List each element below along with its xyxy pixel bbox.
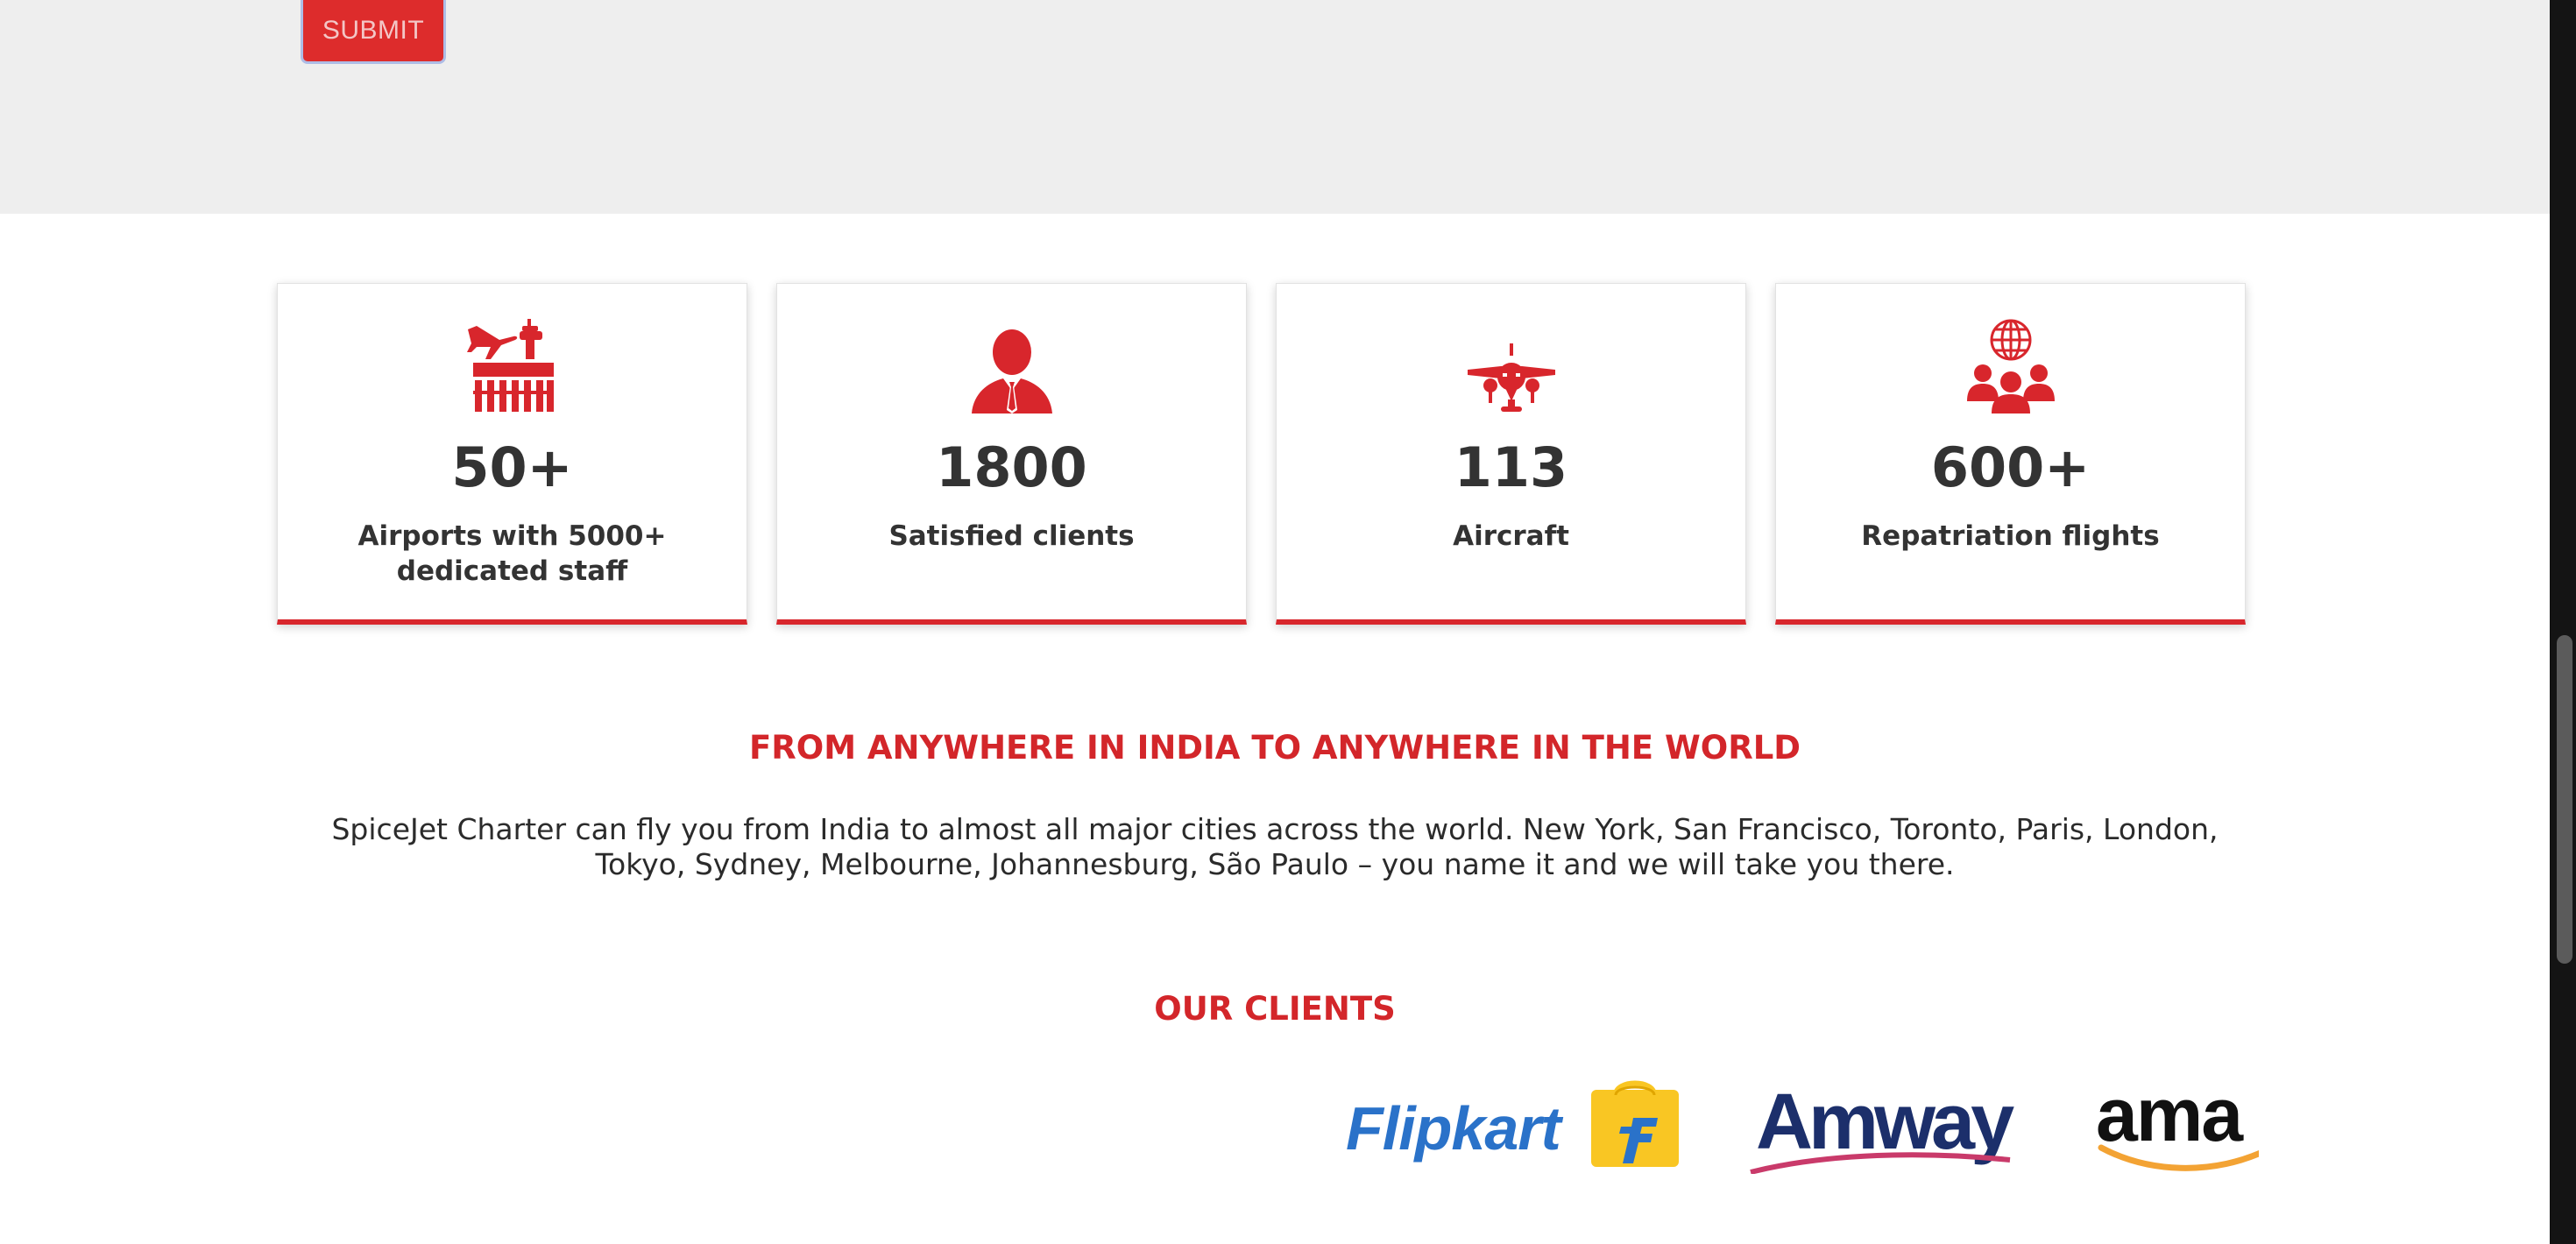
submit-button[interactable]: SUBMIT — [301, 0, 446, 64]
stat-value: 600+ — [1930, 435, 2091, 499]
stat-card-clients: 1800 Satisfied clients — [776, 283, 1247, 625]
stat-card-repatriation: 600+ Repatriation flights — [1775, 283, 2246, 625]
stat-value: 50+ — [451, 435, 573, 499]
client-logo-label: Flipkart — [1346, 1094, 1561, 1163]
destinations-text: SpiceJet Charter can fly you from India … — [331, 812, 2219, 881]
vertical-scrollbar[interactable] — [2550, 0, 2576, 1244]
client-logo-flipkart: Flipkart — [1346, 1069, 1679, 1174]
aircraft-icon — [1277, 317, 1745, 413]
global-group-icon — [1776, 317, 2245, 413]
destinations-title: FROM ANYWHERE IN INDIA TO ANYWHERE IN TH… — [748, 729, 1801, 767]
client-icon — [777, 317, 1246, 413]
stat-label: Satisfied clients — [888, 520, 1135, 552]
shopping-bag-icon — [1591, 1080, 1679, 1167]
stat-label: Aircraft — [1453, 520, 1569, 552]
stat-card-airports: 50+ Airports with 5000+ dedicated staff — [277, 283, 747, 625]
stat-card-aircraft: 113 Aircraft — [1276, 283, 1746, 625]
scrollbar-thumb[interactable] — [2557, 635, 2572, 964]
stat-value: 1800 — [936, 435, 1087, 499]
stat-value: 113 — [1454, 435, 1568, 499]
enquiry-form-section: SUBMIT — [0, 0, 2550, 214]
stats-row: 50+ Airports with 5000+ dedicated staff … — [277, 283, 2247, 626]
amazon-smile — [2098, 1144, 2259, 1171]
stat-label: Airports with 5000+ dedicated staff — [357, 520, 667, 587]
clients-title: OUR CLIENTS — [1154, 990, 1396, 1028]
airport-icon — [278, 317, 747, 413]
amway-swoosh — [1750, 1152, 2011, 1174]
client-logo-amazon: ama — [2092, 1069, 2259, 1174]
stat-label: Repatriation flights — [1861, 520, 2160, 552]
client-logo-amway: Amway — [1749, 1069, 2015, 1174]
